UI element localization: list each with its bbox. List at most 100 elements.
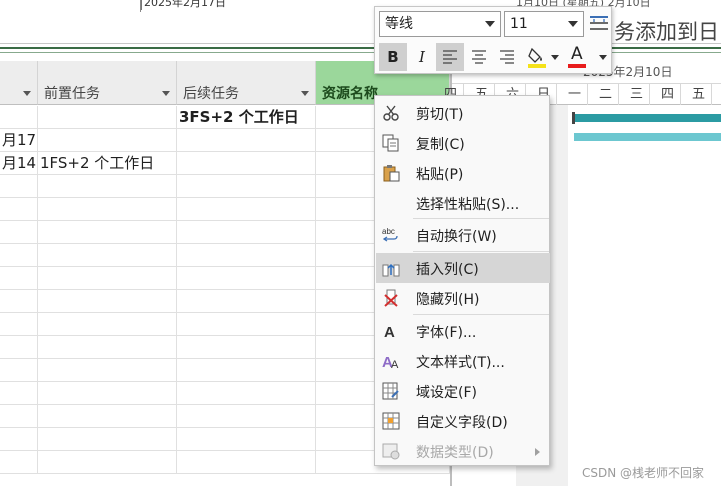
cell-successors[interactable] xyxy=(177,221,316,244)
cell-successors[interactable] xyxy=(177,451,316,474)
cell-predecessors[interactable] xyxy=(38,221,177,244)
gantt-task-bar[interactable] xyxy=(574,133,721,141)
insert-column-icon xyxy=(382,259,400,277)
menu-item-hide-column[interactable]: 隐藏列(H) xyxy=(376,283,550,313)
menu-item-text-styles[interactable]: A A 文本样式(T)... xyxy=(376,346,550,376)
cell-start[interactable] xyxy=(0,244,38,267)
font-color-button[interactable]: A xyxy=(565,43,593,71)
menu-separator xyxy=(413,314,549,315)
cell-successors[interactable] xyxy=(177,244,316,267)
cell-predecessors[interactable] xyxy=(38,405,177,428)
align-center-button[interactable] xyxy=(465,43,493,71)
svg-text:A: A xyxy=(391,359,399,370)
timeline-strip: 2025年2月17日 1月10日 (星期五) 2月10日 xyxy=(0,0,721,44)
cell-start[interactable] xyxy=(0,290,38,313)
watermark: CSDN @桟老师不回家 xyxy=(582,466,705,480)
column-header-predecessors[interactable]: 前置任务 xyxy=(38,61,177,105)
column-header-label: 后续任务 xyxy=(183,86,239,102)
data-type-icon xyxy=(382,442,400,460)
cell-predecessors[interactable] xyxy=(38,106,177,129)
cell-start[interactable] xyxy=(0,106,38,129)
cell-successors[interactable] xyxy=(177,313,316,336)
bold-button[interactable]: B xyxy=(379,43,407,71)
menu-item-label: 数据类型(D) xyxy=(416,445,494,461)
cell-predecessors[interactable] xyxy=(38,451,177,474)
cell-start[interactable]: 月14 xyxy=(0,152,38,175)
cell-successors[interactable] xyxy=(177,405,316,428)
gantt-day-label: 二 xyxy=(593,84,619,105)
cell-start[interactable] xyxy=(0,313,38,336)
cell-start[interactable] xyxy=(0,221,38,244)
cell-predecessors[interactable] xyxy=(38,313,177,336)
copy-icon xyxy=(382,134,400,152)
cell-predecessors[interactable] xyxy=(38,428,177,451)
cell-start[interactable] xyxy=(0,428,38,451)
cell-successors[interactable] xyxy=(177,359,316,382)
cell-successors[interactable] xyxy=(177,198,316,221)
cell-successors[interactable] xyxy=(177,175,316,198)
font-name-select[interactable]: 等线 xyxy=(379,11,501,37)
cell-successors[interactable] xyxy=(177,336,316,359)
cell-start[interactable] xyxy=(0,336,38,359)
cell-start[interactable] xyxy=(0,405,38,428)
menu-item-custom-fields[interactable]: 自定义字段(D) xyxy=(376,406,550,436)
cell-predecessors[interactable] xyxy=(38,244,177,267)
cell-successors[interactable] xyxy=(177,290,316,313)
align-left-button[interactable] xyxy=(436,43,464,71)
chevron-down-icon[interactable] xyxy=(551,55,559,60)
cell-predecessors[interactable] xyxy=(38,198,177,221)
cell-successors[interactable] xyxy=(177,129,316,152)
chevron-down-icon[interactable] xyxy=(301,91,309,96)
cell-successors[interactable] xyxy=(177,428,316,451)
menu-item-label: 文本样式(T)... xyxy=(416,355,505,371)
cell-predecessors[interactable] xyxy=(38,359,177,382)
mini-format-toolbar: 等线 11 B I A xyxy=(374,6,612,74)
text-style-icon: AA xyxy=(382,352,400,371)
font-color-swatch xyxy=(568,64,586,68)
menu-separator xyxy=(413,251,549,252)
cell-predecessors[interactable] xyxy=(38,175,177,198)
italic-button[interactable]: I xyxy=(408,43,436,71)
align-center-icon xyxy=(472,50,486,64)
menu-item-cut[interactable]: 剪切(T) xyxy=(376,98,550,128)
cell-predecessors[interactable] xyxy=(38,382,177,405)
align-right-button[interactable] xyxy=(493,43,521,71)
gantt-task-bar[interactable] xyxy=(572,112,721,124)
fill-color-button[interactable] xyxy=(523,43,551,71)
cell-start[interactable]: 月17 xyxy=(0,129,38,152)
chevron-down-icon[interactable] xyxy=(568,21,578,27)
font-size-select[interactable]: 11 xyxy=(504,11,584,37)
cell-successors[interactable] xyxy=(177,267,316,290)
cell-successors[interactable]: 3FS+2 个工作日 xyxy=(177,106,316,129)
menu-item-font[interactable]: A 字体(F)... xyxy=(376,316,550,346)
chevron-down-icon[interactable] xyxy=(162,91,170,96)
menu-item-insert-column[interactable]: 插入列(C) xyxy=(376,253,550,283)
cell-predecessors[interactable] xyxy=(38,129,177,152)
cell-start[interactable] xyxy=(0,198,38,221)
menu-item-copy[interactable]: 复制(C) xyxy=(376,128,550,158)
cell-predecessors[interactable] xyxy=(38,290,177,313)
cell-successors[interactable] xyxy=(177,382,316,405)
cell-predecessors[interactable]: 1FS+2 个工作日 xyxy=(38,152,177,175)
cell-start[interactable] xyxy=(0,267,38,290)
chevron-down-icon[interactable] xyxy=(599,55,607,60)
column-header-start[interactable] xyxy=(0,61,38,105)
menu-item-field-settings[interactable]: 域设定(F) xyxy=(376,376,550,406)
menu-item-wrap-text[interactable]: abc 自动换行(W) xyxy=(376,220,550,250)
cell-predecessors[interactable] xyxy=(38,267,177,290)
cell-successors[interactable] xyxy=(177,152,316,175)
chevron-down-icon[interactable] xyxy=(485,21,495,27)
font-icon: A xyxy=(382,322,400,341)
cell-start[interactable] xyxy=(0,175,38,198)
cell-start[interactable] xyxy=(0,359,38,382)
chevron-down-icon[interactable] xyxy=(23,91,31,96)
column-header-successors[interactable]: 后续任务 xyxy=(177,61,316,105)
timeline-divider xyxy=(0,47,721,49)
wrap-text-icon[interactable] xyxy=(589,15,609,33)
cell-start[interactable] xyxy=(0,451,38,474)
menu-item-paste[interactable]: 粘贴(P) xyxy=(376,158,550,188)
cell-start[interactable] xyxy=(0,382,38,405)
menu-separator xyxy=(413,218,549,219)
menu-item-paste-special[interactable]: 选择性粘贴(S)... xyxy=(376,188,550,218)
cell-predecessors[interactable] xyxy=(38,336,177,359)
